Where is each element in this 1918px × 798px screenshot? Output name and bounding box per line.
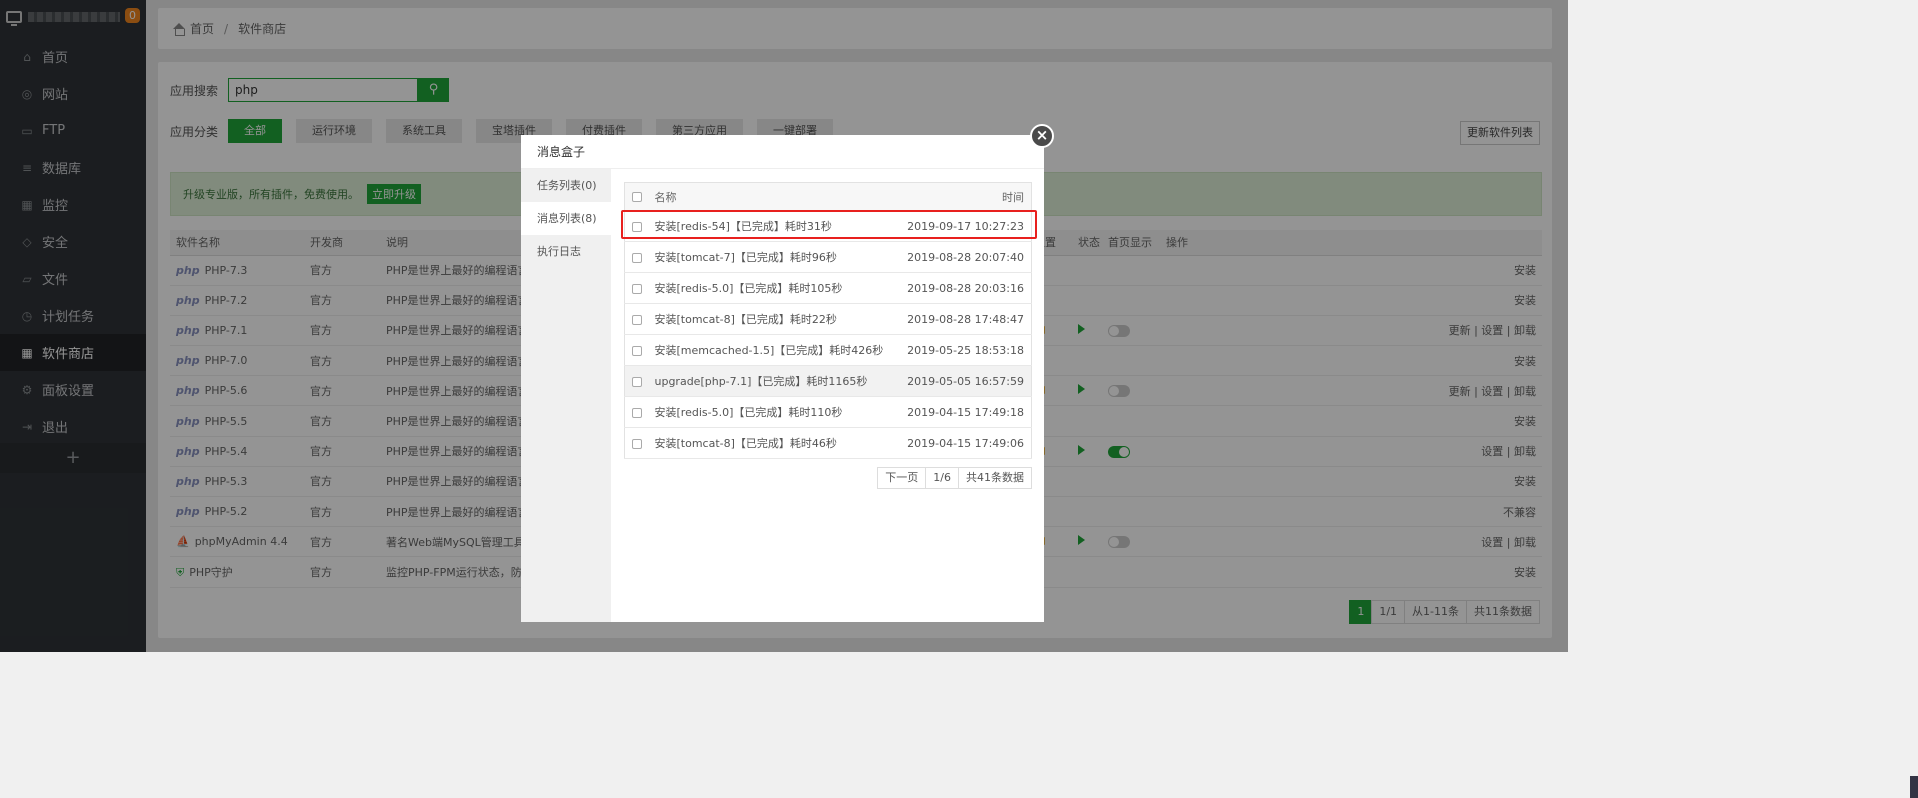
message-name: 安装[tomcat-8]【已完成】耗时46秒 [654,427,899,459]
message-name: 安装[redis-54]【已完成】耗时31秒 [654,210,899,242]
message-checkbox[interactable] [632,283,642,294]
message-row[interactable]: 安装[redis-5.0]【已完成】耗时110秒 2019-04-15 17:49… [624,396,1032,428]
col-time: 时间 [898,182,1032,211]
message-name: 安装[tomcat-7]【已完成】耗时96秒 [654,241,899,273]
message-time: 2019-08-28 20:07:40 [898,241,1032,273]
modal-tabs: 任务列表(0) 消息列表(8) 执行日志 [521,169,611,622]
message-box-modal: 消息盒子 × 任务列表(0) 消息列表(8) 执行日志 名称 时间 安装[redis… [521,124,1054,622]
message-row[interactable]: upgrade[php-7.1]【已完成】耗时1165秒 2019-05-05 1… [624,365,1032,397]
message-checkbox[interactable] [632,252,642,263]
select-all-checkbox[interactable] [632,192,642,202]
message-checkbox[interactable] [632,438,642,449]
message-time: 2019-05-05 16:57:59 [898,365,1032,397]
message-time: 2019-09-17 10:27:23 [898,210,1032,242]
message-checkbox[interactable] [632,376,642,387]
col-name: 名称 [654,182,899,211]
message-name: 安装[redis-5.0]【已完成】耗时105秒 [654,272,899,304]
message-page-count: 1/6 [925,467,959,489]
message-name: 安装[memcached-1.5]【已完成】耗时426秒 [654,334,899,366]
message-time: 2019-08-28 20:03:16 [898,272,1032,304]
modal-tab-2[interactable]: 执行日志 [521,235,611,268]
modal-title: 消息盒子 [521,135,1044,169]
message-time: 2019-04-15 17:49:18 [898,396,1032,428]
next-page-button[interactable]: 下一页 [877,467,927,489]
message-table: 名称 时间 安装[redis-54]【已完成】耗时31秒 2019-09-17 1… [624,182,1032,459]
message-time: 2019-08-28 17:48:47 [898,303,1032,335]
message-time: 2019-04-15 17:49:06 [898,427,1032,459]
message-pagination: 下一页 1/6 共41条数据 [877,467,1032,489]
message-checkbox[interactable] [632,407,642,418]
message-row[interactable]: 安装[redis-5.0]【已完成】耗时105秒 2019-08-28 20:03… [624,272,1032,304]
scroll-corner [1910,776,1918,798]
modal-tab-0[interactable]: 任务列表(0) [521,169,611,202]
message-time: 2019-05-25 18:53:18 [898,334,1032,366]
message-row[interactable]: 安装[tomcat-8]【已完成】耗时22秒 2019-08-28 17:48:4… [624,303,1032,335]
message-list-panel: 名称 时间 安装[redis-54]【已完成】耗时31秒 2019-09-17 1… [611,169,1044,622]
message-checkbox[interactable] [632,221,642,232]
message-name: upgrade[php-7.1]【已完成】耗时1165秒 [654,365,899,397]
message-name: 安装[tomcat-8]【已完成】耗时22秒 [654,303,899,335]
message-name: 安装[redis-5.0]【已完成】耗时110秒 [654,396,899,428]
message-row[interactable]: 安装[redis-54]【已完成】耗时31秒 2019-09-17 10:27:2… [624,210,1032,242]
modal-tab-1[interactable]: 消息列表(8) [521,202,611,235]
message-checkbox[interactable] [632,314,642,325]
message-row[interactable]: 安装[memcached-1.5]【已完成】耗时426秒 2019-05-25 1… [624,334,1032,366]
message-total: 共41条数据 [958,467,1032,489]
close-icon[interactable]: × [1030,124,1054,148]
message-checkbox[interactable] [632,345,642,356]
message-row[interactable]: 安装[tomcat-7]【已完成】耗时96秒 2019-08-28 20:07:4… [624,241,1032,273]
message-row[interactable]: 安装[tomcat-8]【已完成】耗时46秒 2019-04-15 17:49:0… [624,427,1032,459]
